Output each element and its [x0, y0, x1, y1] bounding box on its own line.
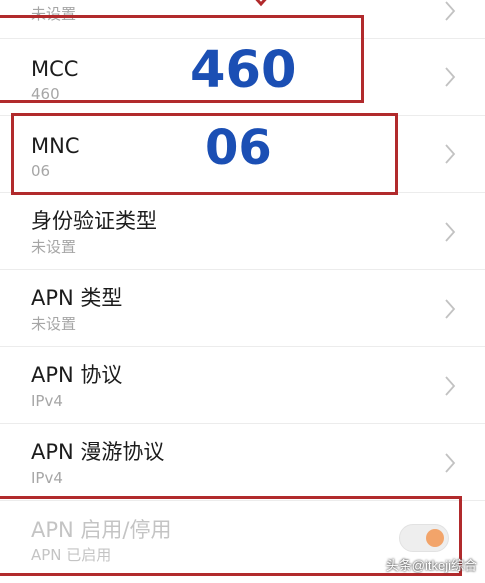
chevron-right-icon: [444, 66, 456, 88]
down-arrow-icon: [250, 0, 272, 12]
list-item-apn-type[interactable]: APN 类型 未设置: [0, 270, 485, 347]
row-title: APN 协议: [31, 363, 123, 387]
row-title: APN 启用/停用: [31, 518, 172, 542]
chevron-right-icon: [444, 298, 456, 320]
row-subtitle: 未设置: [31, 5, 77, 23]
row-title: APN 类型: [31, 286, 123, 310]
chevron-right-icon: [444, 452, 456, 474]
watermark: 头条@itkeji综合: [385, 558, 477, 573]
row-subtitle: APN 已启用: [31, 546, 112, 564]
list-item-apn-protocol[interactable]: APN 协议 IPv4: [0, 347, 485, 424]
chevron-right-icon: [444, 143, 456, 165]
row-subtitle: IPv4: [31, 469, 63, 487]
list-item-auth-type[interactable]: 身份验证类型 未设置: [0, 193, 485, 270]
mcc-annotation: 460: [190, 41, 297, 100]
row-title: APN 漫游协议: [31, 440, 165, 464]
mnc-annotation: 06: [205, 120, 272, 176]
list-item-apn-roaming-protocol[interactable]: APN 漫游协议 IPv4: [0, 424, 485, 501]
row-subtitle: 460: [31, 85, 60, 103]
list-item-partial[interactable]: 未设置: [0, 0, 485, 39]
chevron-right-icon: [444, 0, 456, 22]
row-title: 身份验证类型: [31, 209, 157, 233]
row-title: MCC: [31, 57, 79, 81]
row-subtitle: 06: [31, 162, 51, 180]
toggle-knob: [426, 529, 444, 547]
row-subtitle: 未设置: [31, 238, 77, 256]
chevron-right-icon: [444, 375, 456, 397]
apn-enable-toggle[interactable]: [399, 524, 449, 552]
row-title: MNC: [31, 134, 80, 158]
chevron-right-icon: [444, 221, 456, 243]
row-subtitle: IPv4: [31, 392, 63, 410]
row-subtitle: 未设置: [31, 315, 77, 333]
